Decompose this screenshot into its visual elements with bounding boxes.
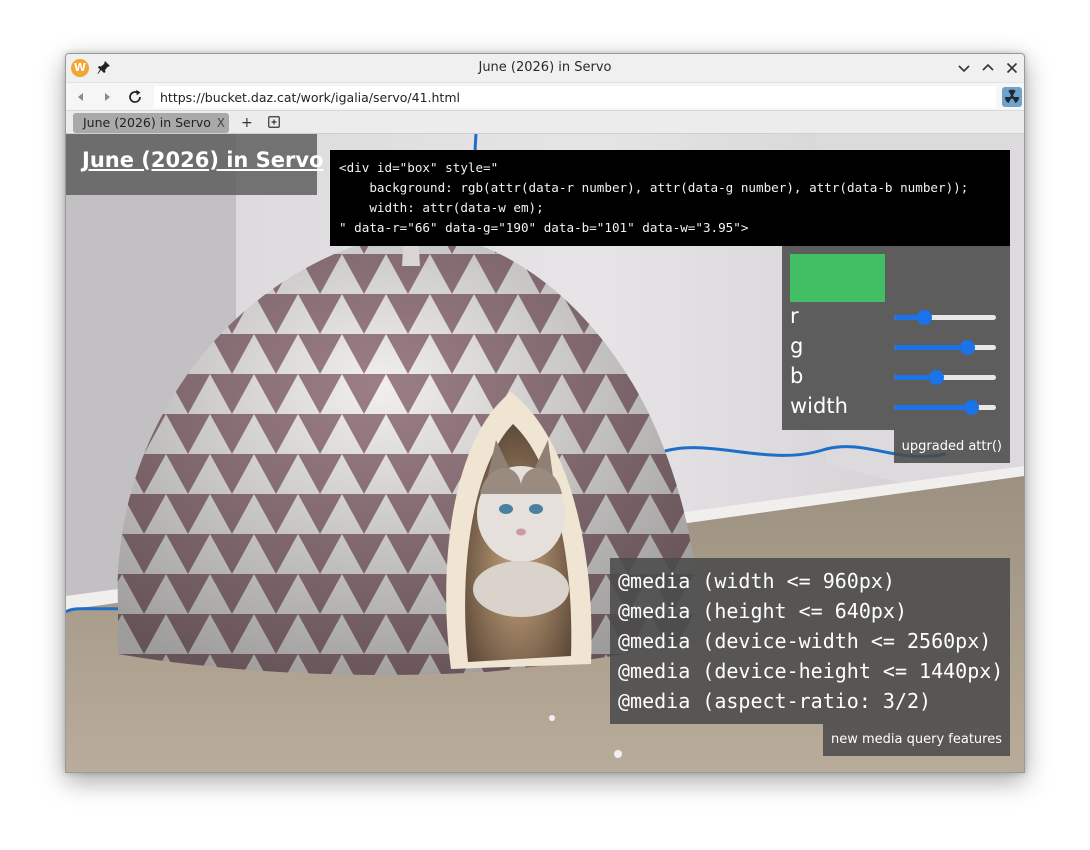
color-preview-box <box>790 254 885 302</box>
minimize-icon[interactable] <box>956 60 972 76</box>
maximize-icon[interactable] <box>980 60 996 76</box>
media-query-line: @media (width <= 960px) <box>618 569 895 593</box>
url-input[interactable] <box>154 86 996 108</box>
media-queries-box: @media (width <= 960px) @media (height <… <box>610 558 1010 724</box>
attr-demo-panel: r g b width <box>782 246 1010 430</box>
slider-label-r: r <box>790 304 799 328</box>
tab-bar: June (2026) in Servo X + <box>66 110 1024 134</box>
slider-label-g: g <box>790 334 804 358</box>
back-icon[interactable] <box>72 88 90 106</box>
media-query-line: @media (aspect-ratio: 3/2) <box>618 689 932 713</box>
forward-icon[interactable] <box>98 88 116 106</box>
extension-button[interactable] <box>1002 87 1022 107</box>
window-title: June (2026) in Servo <box>478 60 612 75</box>
navigation-bar <box>66 82 1024 110</box>
title-bar: June (2026) in Servo W <box>66 54 1024 82</box>
g-slider[interactable] <box>894 339 996 355</box>
tab-list-icon[interactable] <box>268 116 280 128</box>
code-line: <div id="box" style=" <box>339 160 499 175</box>
code-snippet: <div id="box" style=" background: rgb(at… <box>330 150 1010 246</box>
close-icon[interactable] <box>1004 60 1020 76</box>
r-slider[interactable] <box>894 309 996 325</box>
tab-close-button[interactable]: X <box>217 113 225 133</box>
media-query-line: @media (height <= 640px) <box>618 599 907 623</box>
media-caption: new media query features <box>823 724 1010 756</box>
attr-caption: upgraded attr() <box>893 430 1010 463</box>
b-slider[interactable] <box>894 369 996 385</box>
reload-icon[interactable] <box>126 88 144 106</box>
app-logo-icon[interactable]: W <box>71 59 89 77</box>
code-line: " data-r="66" data-g="190" data-b="101" … <box>339 220 749 235</box>
tab-label: June (2026) in Servo <box>83 115 211 130</box>
tab-active[interactable]: June (2026) in Servo X <box>73 113 229 133</box>
pin-icon[interactable] <box>95 58 113 78</box>
radiation-icon <box>1004 89 1020 104</box>
media-query-line: @media (device-width <= 2560px) <box>618 629 992 653</box>
code-line: background: rgb(attr(data-r number), att… <box>339 180 969 195</box>
slider-label-width: width <box>790 394 848 418</box>
page-viewport: June (2026) in Servo <div id="box" style… <box>66 134 1024 772</box>
heading-box: June (2026) in Servo <box>66 134 324 195</box>
new-tab-button[interactable]: + <box>241 114 253 132</box>
browser-window: June (2026) in Servo W https://bucket.da… <box>65 53 1025 773</box>
media-query-line: @media (device-height <= 1440px) <box>618 659 1004 683</box>
width-slider[interactable] <box>894 399 996 415</box>
page-title[interactable]: June (2026) in Servo <box>82 148 324 172</box>
code-line: width: attr(data-w em); <box>339 200 544 215</box>
slider-label-b: b <box>790 364 804 388</box>
